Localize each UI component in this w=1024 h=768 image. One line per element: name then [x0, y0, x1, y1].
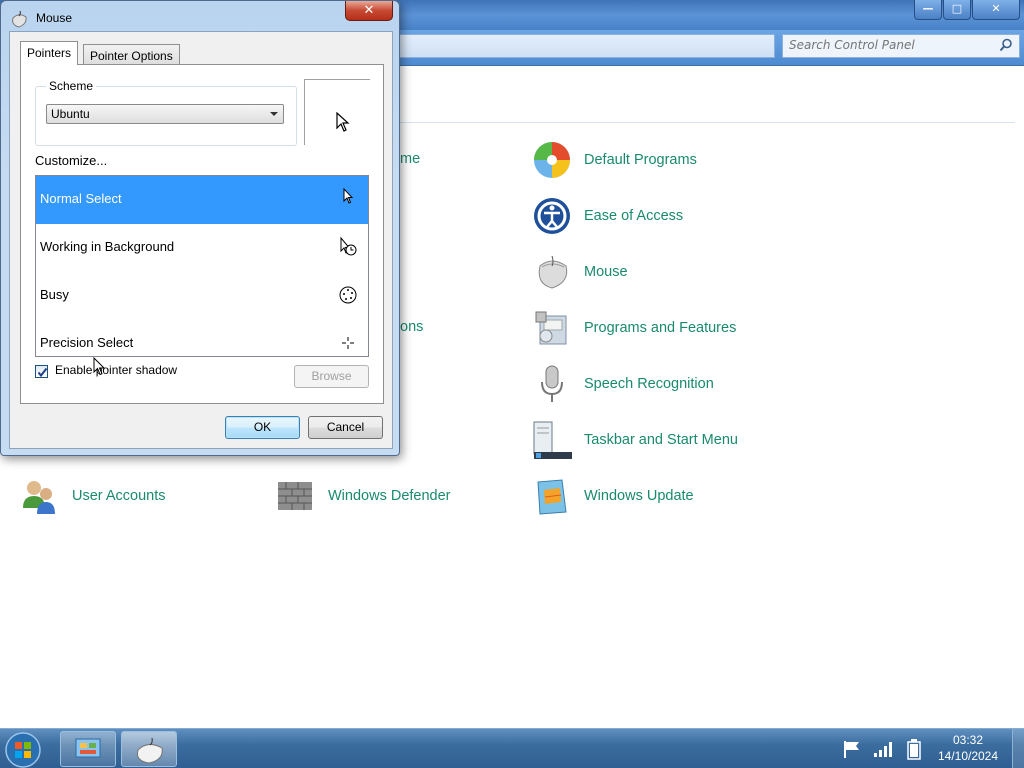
pointers-panel: Scheme Ubuntu Customize... Normal Select	[20, 64, 384, 404]
tab-pointers[interactable]: Pointers	[20, 41, 79, 65]
maximize-button[interactable]: □	[943, 0, 971, 20]
arrow-cursor-icon	[336, 112, 350, 132]
list-item[interactable]: Normal Select	[36, 176, 368, 224]
defender-wall-icon	[278, 482, 312, 510]
mouse-properties-dialog: Mouse ✕ Pointers Pointer Options Scheme …	[0, 0, 400, 456]
close-icon: ✕	[363, 3, 375, 18]
start-button[interactable]	[4, 731, 42, 768]
scheme-legend: Scheme	[46, 79, 97, 93]
cp-item-label[interactable]: Windows Defender	[328, 488, 451, 504]
crosshair-cursor-icon	[342, 337, 354, 349]
network-signal-icon[interactable]	[873, 739, 895, 759]
cp-item-windows-update[interactable]: Windows Update	[532, 476, 694, 516]
windows-update-icon	[537, 479, 567, 515]
list-item[interactable]: Busy	[36, 272, 368, 320]
mouse-title-icon	[12, 10, 27, 28]
cp-item-label[interactable]: Default Programs	[584, 152, 697, 168]
users-icon	[23, 481, 55, 514]
dialog-title: Mouse	[36, 11, 73, 25]
close-window-button[interactable]: ✕	[972, 0, 1020, 20]
cp-item-label[interactable]: User Accounts	[72, 488, 166, 504]
ease-of-access-icon	[534, 198, 570, 234]
working-cursor-icon	[340, 236, 357, 256]
chevron-down-icon[interactable]	[270, 112, 278, 116]
checkmark-icon	[37, 367, 48, 378]
customize-label: Customize...	[35, 153, 108, 168]
cp-item-label[interactable]: Windows Update	[584, 488, 694, 504]
clock-date[interactable]: 14/10/2024	[930, 749, 1006, 763]
microphone-icon	[541, 365, 563, 402]
taskbar: 03:32 14/10/2024	[0, 728, 1024, 768]
search-input[interactable]	[789, 38, 989, 52]
scheme-dropdown[interactable]: Ubuntu	[46, 104, 284, 124]
pointer-shadow-checkbox[interactable]	[35, 365, 48, 378]
cp-item-default-programs[interactable]: Default Programs	[532, 140, 697, 180]
default-programs-icon	[534, 142, 570, 178]
cp-item-label[interactable]: Programs and Features	[584, 320, 736, 336]
arrow-cursor-icon	[343, 188, 354, 204]
list-item[interactable]: Precision Select	[36, 320, 368, 356]
dialog-body: Pointers Pointer Options Scheme Ubuntu C…	[9, 31, 393, 449]
programs-features-icon	[535, 311, 567, 345]
busy-cursor-icon	[339, 286, 357, 304]
pointer-shadow-label[interactable]: Enable pointer shadow	[55, 363, 177, 377]
ok-button[interactable]: OK	[225, 416, 300, 439]
header-divider	[400, 122, 1015, 123]
taskbar-control-panel-button[interactable]	[60, 731, 116, 767]
cp-item-label[interactable]: Ease of Access	[584, 208, 683, 224]
clock-time[interactable]: 03:32	[930, 733, 1006, 747]
scheme-value: Ubuntu	[51, 107, 90, 121]
action-center-flag-icon[interactable]	[842, 739, 862, 759]
cp-item-label[interactable]: Speech Recognition	[584, 376, 714, 392]
cp-item-taskbar-start[interactable]: Taskbar and Start Menu	[532, 420, 738, 460]
battery-icon[interactable]	[906, 739, 922, 761]
search-icon[interactable]	[999, 38, 1013, 52]
cursor-role-label: Working in Background	[40, 239, 175, 254]
cp-item-mouse[interactable]: Mouse	[532, 252, 628, 292]
cp-item-ease-of-access[interactable]: Ease of Access	[532, 196, 683, 236]
cursor-role-label: Normal Select	[40, 191, 122, 206]
tab-pointer-options[interactable]: Pointer Options	[83, 44, 180, 66]
cp-item-label[interactable]: Taskbar and Start Menu	[584, 432, 738, 448]
mouse-pointer-icon	[93, 357, 106, 376]
cursor-preview	[304, 79, 370, 145]
browse-button[interactable]: Browse	[294, 365, 369, 388]
search-box[interactable]	[782, 34, 1020, 58]
cursor-role-label: Precision Select	[40, 335, 134, 350]
partial-item-label[interactable]: ons	[400, 319, 423, 335]
cp-item-label[interactable]: Mouse	[584, 264, 628, 280]
cursor-role-label: Busy	[40, 287, 69, 302]
control-panel-icon	[75, 738, 101, 758]
cp-item-speech-recognition[interactable]: Speech Recognition	[532, 364, 714, 404]
cp-item-programs-features[interactable]: Programs and Features	[532, 308, 736, 348]
partial-item-label[interactable]: me	[400, 151, 420, 167]
cp-item-user-accounts[interactable]: User Accounts	[20, 476, 166, 516]
dialog-close-button[interactable]: ✕	[345, 1, 393, 21]
minimize-button[interactable]: —	[914, 0, 942, 20]
list-item[interactable]: Working in Background	[36, 224, 368, 272]
address-bar[interactable]	[380, 34, 775, 58]
show-desktop-button[interactable]	[1012, 729, 1024, 768]
cursor-list[interactable]: Normal Select Working in Background Busy	[35, 175, 369, 357]
scheme-group: Scheme Ubuntu	[35, 79, 297, 146]
cancel-button[interactable]: Cancel	[308, 416, 383, 439]
taskbar-mouse-button[interactable]	[121, 731, 177, 767]
mouse-icon	[137, 737, 163, 764]
mouse-icon	[538, 255, 568, 289]
taskbar-icon	[533, 421, 572, 459]
cp-item-windows-defender[interactable]: Windows Defender	[276, 476, 451, 516]
